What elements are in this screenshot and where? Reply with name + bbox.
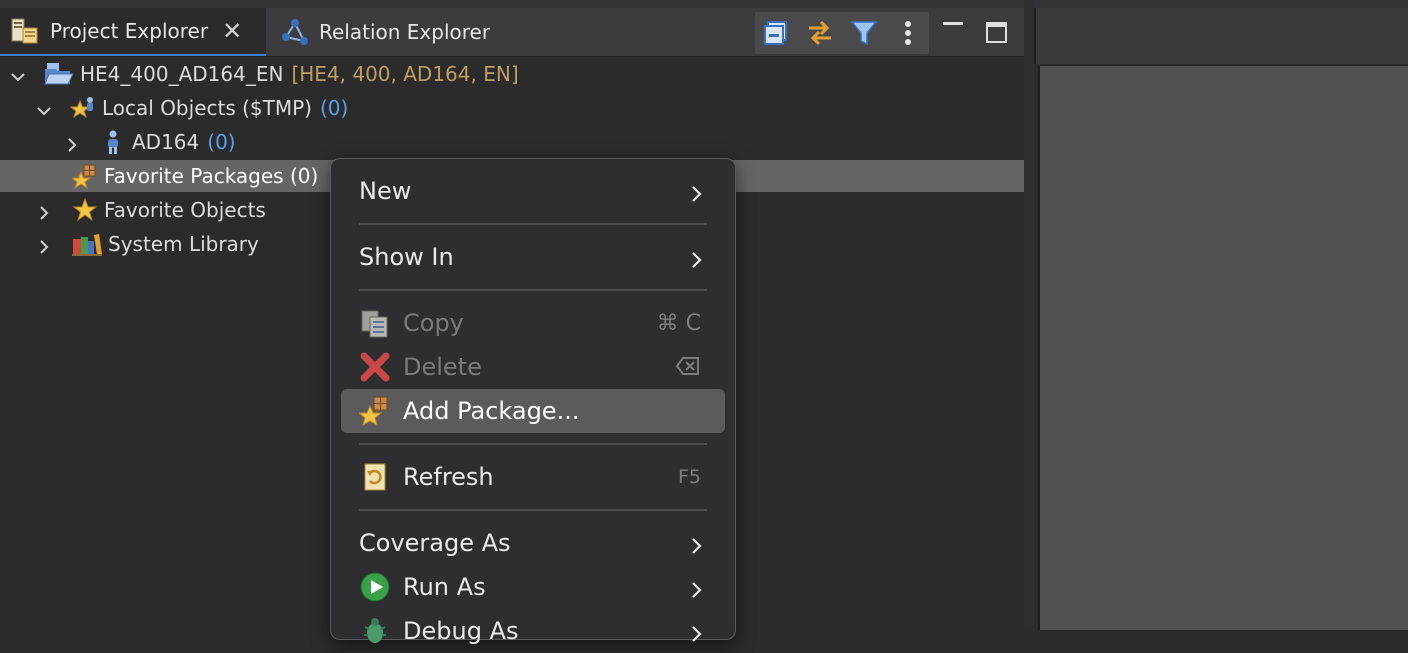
project-name: HE4_400_AD164_EN	[80, 62, 284, 86]
menu-item-show-in-label: Show In	[359, 243, 454, 271]
menu-item-copy[interactable]: Copy ⌘ C	[341, 301, 725, 345]
menu-item-refresh[interactable]: Refresh F5	[341, 455, 725, 499]
context-menu: New Show In Copy ⌘ C Delete Add Package.…	[330, 158, 736, 645]
chevron-right-icon[interactable]	[64, 134, 80, 152]
menu-separator	[359, 509, 707, 511]
delete-icon	[359, 351, 391, 383]
menu-item-refresh-label: Refresh	[403, 463, 494, 491]
editor-area	[1038, 66, 1408, 630]
menu-item-run-as-label: Run As	[403, 573, 486, 601]
submenu-arrow-icon	[691, 577, 703, 598]
copy-icon	[359, 307, 391, 339]
run-icon	[359, 571, 391, 603]
chevron-right-icon[interactable]	[36, 236, 52, 254]
debug-bug-icon	[359, 615, 391, 647]
menu-separator	[359, 223, 707, 225]
view-tab-bar: Project Explorer ✕ Relation Explorer	[0, 8, 1024, 57]
library-books-icon	[72, 231, 102, 257]
local-objects-icon	[69, 95, 96, 121]
tree-item-ad164[interactable]: AD164 (0)	[0, 126, 1024, 158]
tree-item-project[interactable]: HE4_400_AD164_EN [HE4, 400, AD164, EN]	[0, 58, 1024, 90]
submenu-arrow-icon	[691, 621, 703, 642]
system-library-label: System Library	[108, 232, 259, 256]
chevron-right-icon[interactable]	[36, 202, 52, 220]
close-icon[interactable]: ✕	[222, 17, 242, 45]
menu-item-delete-label: Delete	[403, 353, 482, 381]
link-with-editor-icon[interactable]	[799, 12, 841, 54]
favorite-packages-icon	[70, 163, 98, 190]
menu-item-run-as[interactable]: Run As	[341, 565, 725, 609]
menu-item-add-package-label: Add Package...	[403, 397, 580, 425]
view-menu-icon[interactable]	[887, 12, 929, 54]
maximize-icon[interactable]	[982, 18, 1012, 48]
star-icon	[72, 197, 98, 223]
submenu-arrow-icon	[691, 247, 703, 268]
tab-project-explorer[interactable]: Project Explorer ✕	[0, 8, 266, 56]
chevron-down-icon[interactable]	[36, 100, 52, 116]
chevron-down-icon[interactable]	[10, 66, 26, 82]
refresh-shortcut: F5	[677, 466, 701, 488]
submenu-arrow-icon	[691, 181, 703, 202]
menu-item-new-label: New	[359, 177, 412, 205]
refresh-icon	[359, 461, 391, 493]
favorite-objects-label: Favorite Objects	[104, 198, 266, 222]
menu-item-add-package[interactable]: Add Package...	[341, 389, 725, 433]
view-sash[interactable]	[1024, 0, 1034, 630]
add-package-icon	[357, 395, 391, 427]
tab-relation-explorer-label: Relation Explorer	[319, 20, 491, 44]
tab-relation-explorer[interactable]: Relation Explorer	[275, 8, 490, 56]
menu-item-new[interactable]: New	[341, 169, 725, 213]
menu-item-debug-as[interactable]: Debug As	[341, 609, 725, 653]
view-toolbar	[755, 12, 929, 54]
menu-item-debug-as-label: Debug As	[403, 617, 519, 645]
copy-shortcut: ⌘ C	[656, 310, 701, 336]
local-objects-count: (0)	[319, 96, 349, 120]
minimize-icon[interactable]	[938, 14, 968, 44]
open-folder-icon	[44, 61, 74, 87]
user-icon	[100, 129, 126, 155]
menu-separator	[359, 443, 707, 445]
project-explorer-icon	[10, 16, 40, 46]
menu-separator	[359, 289, 707, 291]
menu-item-copy-label: Copy	[403, 309, 464, 337]
menu-item-coverage-as-label: Coverage As	[359, 529, 511, 557]
collapse-all-icon[interactable]	[755, 12, 797, 54]
relation-explorer-icon	[279, 17, 309, 47]
menu-item-show-in[interactable]: Show In	[341, 235, 725, 279]
top-strip	[0, 0, 1408, 8]
tab-project-explorer-label: Project Explorer	[50, 19, 209, 43]
submenu-arrow-icon	[691, 533, 703, 554]
project-decoration: [HE4, 400, AD164, EN]	[291, 62, 519, 86]
editor-area-header	[1034, 8, 1408, 64]
filter-icon[interactable]	[843, 12, 885, 54]
ad164-count: (0)	[207, 130, 236, 154]
menu-item-delete[interactable]: Delete	[341, 345, 725, 389]
tree-item-local-objects[interactable]: Local Objects ($TMP) (0)	[0, 92, 1024, 124]
ad164-label: AD164	[132, 130, 200, 154]
local-objects-label: Local Objects ($TMP)	[102, 96, 312, 120]
delete-key-icon	[675, 355, 701, 383]
favorite-packages-label: Favorite Packages (0)	[104, 164, 319, 188]
menu-item-coverage-as[interactable]: Coverage As	[341, 521, 725, 565]
